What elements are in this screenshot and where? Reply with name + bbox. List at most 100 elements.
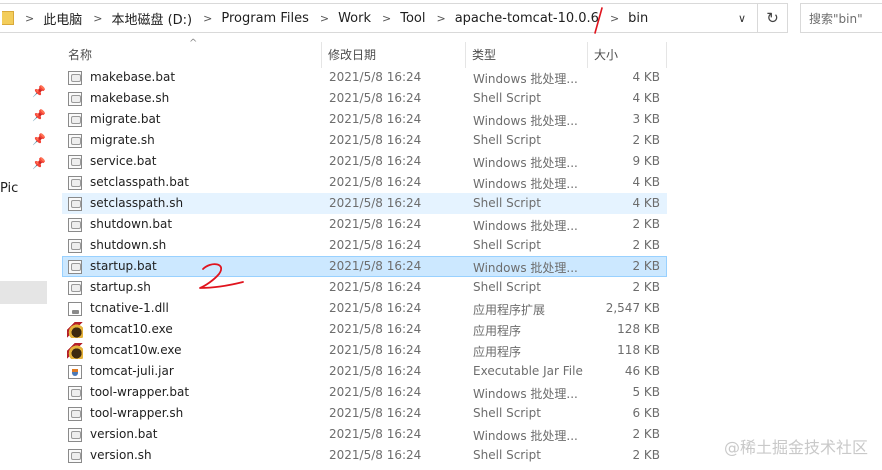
file-name: version.bat [90, 427, 158, 441]
file-row[interactable]: version.sh 2021/5/8 16:24 Shell Script 2 KB [62, 445, 667, 466]
column-header-type[interactable]: 类型 [472, 46, 496, 63]
file-date: 2021/5/8 16:24 [329, 448, 422, 462]
file-row[interactable]: version.bat 2021/5/8 16:24 Windows 批处理... 2… [62, 424, 667, 445]
file-row[interactable]: service.bat 2021/5/8 16:24 Windows 批处理... 9… [62, 151, 667, 172]
file-size: 2 KB [632, 448, 660, 462]
dll-icon [68, 302, 82, 316]
file-type: Shell Script [473, 133, 541, 147]
file-size: 46 KB [624, 364, 660, 378]
refresh-icon: ↻ [766, 9, 779, 27]
script-icon [68, 218, 82, 232]
file-row[interactable]: setclasspath.sh 2021/5/8 16:24 Shell Scrip… [62, 193, 667, 214]
file-type: 应用程序 [473, 345, 522, 359]
breadcrumb-item-program-files[interactable]: > Program Files [192, 4, 309, 32]
file-name: shutdown.bat [90, 217, 173, 231]
file-size: 2 KB [632, 217, 660, 231]
breadcrumb[interactable]: > 此电脑 > 本地磁盘 (D:) > Program Files > Work > To… [0, 3, 758, 33]
file-type: Windows 批处理... [473, 261, 578, 275]
breadcrumb-item-work[interactable]: > Work [309, 4, 371, 32]
file-size: 2 KB [632, 280, 660, 294]
chevron-right-icon: > [319, 11, 330, 25]
file-type: Windows 批处理... [473, 72, 578, 86]
navigation-pane: 📌 📌 📌 📌 Pic [0, 36, 47, 470]
breadcrumb-item-drive-d[interactable]: > 本地磁盘 (D:) [82, 4, 192, 32]
script-icon [68, 239, 82, 253]
file-type: Windows 批处理... [473, 429, 578, 443]
file-row[interactable]: makebase.bat 2021/5/8 16:24 Windows 批处理...… [62, 67, 667, 88]
file-date: 2021/5/8 16:24 [329, 259, 422, 273]
file-row[interactable]: tomcat10.exe 2021/5/8 16:24 应用程序 128 KB [62, 319, 667, 340]
file-date: 2021/5/8 16:24 [329, 196, 422, 210]
script-icon [68, 113, 82, 127]
file-row[interactable]: startup.bat 2021/5/8 16:24 Windows 批处理... 2… [62, 256, 667, 277]
file-date: 2021/5/8 16:24 [329, 217, 422, 231]
nav-item-pictures[interactable]: Pic [0, 181, 18, 196]
file-date: 2021/5/8 16:24 [329, 238, 422, 252]
file-date: 2021/5/8 16:24 [329, 406, 422, 420]
file-name: tool-wrapper.bat [90, 385, 190, 399]
script-icon [68, 92, 82, 106]
file-size: 2 KB [632, 133, 660, 147]
script-icon [68, 176, 82, 190]
file-type: Executable Jar File [473, 364, 583, 378]
pin-icon[interactable]: 📌 [32, 134, 46, 146]
breadcrumb-item-this-pc[interactable]: > 此电脑 [14, 4, 82, 32]
file-size: 6 KB [632, 406, 660, 420]
refresh-button[interactable]: ↻ [758, 3, 788, 33]
pin-icon[interactable]: 📌 [32, 158, 46, 170]
file-row[interactable]: migrate.bat 2021/5/8 16:24 Windows 批处理... 3… [62, 109, 667, 130]
file-name: startup.sh [90, 280, 151, 294]
file-row[interactable]: makebase.sh 2021/5/8 16:24 Shell Script 4 K… [62, 88, 667, 109]
breadcrumb-item-tool[interactable]: > Tool [371, 4, 425, 32]
file-date: 2021/5/8 16:24 [329, 343, 422, 357]
file-row[interactable]: migrate.sh 2021/5/8 16:24 Shell Script 2 KB [62, 130, 667, 151]
file-row[interactable]: shutdown.bat 2021/5/8 16:24 Windows 批处理...… [62, 214, 667, 235]
file-size: 5 KB [632, 385, 660, 399]
file-row[interactable]: setclasspath.bat 2021/5/8 16:24 Windows 批处… [62, 172, 667, 193]
file-size: 2 KB [632, 238, 660, 252]
column-header-date[interactable]: 修改日期 [328, 46, 376, 63]
breadcrumb-item-bin[interactable]: > bin [599, 4, 648, 32]
file-name: shutdown.sh [90, 238, 167, 252]
file-row[interactable]: startup.sh 2021/5/8 16:24 Shell Script 2 KB [62, 277, 667, 298]
file-row[interactable]: tool-wrapper.sh 2021/5/8 16:24 Shell Scrip… [62, 403, 667, 424]
pin-icon[interactable]: 📌 [32, 86, 46, 98]
file-row[interactable]: tomcat10w.exe 2021/5/8 16:24 应用程序 118 KB [62, 340, 667, 361]
file-row[interactable]: shutdown.sh 2021/5/8 16:24 Shell Script 2 K… [62, 235, 667, 256]
file-name: setclasspath.sh [90, 196, 184, 210]
column-header-name[interactable]: 名称 [68, 46, 92, 63]
column-divider[interactable] [465, 42, 466, 68]
file-date: 2021/5/8 16:24 [329, 175, 422, 189]
column-header-size[interactable]: 大小 [594, 46, 618, 63]
file-size: 4 KB [632, 70, 660, 84]
search-input[interactable]: 搜索"bin" [800, 3, 882, 33]
file-date: 2021/5/8 16:24 [329, 91, 422, 105]
column-divider[interactable] [666, 42, 667, 68]
script-icon [68, 197, 82, 211]
file-type: Shell Script [473, 280, 541, 294]
file-date: 2021/5/8 16:24 [329, 154, 422, 168]
file-row[interactable]: tomcat-juli.jar 2021/5/8 16:24 Executable … [62, 361, 667, 382]
pin-icon[interactable]: 📌 [32, 110, 46, 122]
file-size: 4 KB [632, 91, 660, 105]
file-row[interactable]: tool-wrapper.bat 2021/5/8 16:24 Windows 批处… [62, 382, 667, 403]
script-icon [68, 155, 82, 169]
file-name: service.bat [90, 154, 157, 168]
column-divider[interactable] [321, 42, 322, 68]
file-size: 118 KB [617, 343, 660, 357]
jar-icon [68, 365, 82, 379]
chevron-right-icon: > [203, 11, 213, 25]
nav-item-selected[interactable] [0, 281, 47, 304]
file-type: Shell Script [473, 406, 541, 420]
file-size: 2 KB [632, 427, 660, 441]
file-type: Windows 批处理... [473, 114, 578, 128]
script-icon [68, 407, 82, 421]
column-divider[interactable] [587, 42, 588, 68]
address-history-dropdown-button[interactable]: ∨ [727, 4, 757, 32]
folder-icon [2, 11, 14, 25]
script-icon [68, 449, 82, 463]
file-row[interactable]: tcnative-1.dll 2021/5/8 16:24 应用程序扩展 2,547 … [62, 298, 667, 319]
file-type: Windows 批处理... [473, 177, 578, 191]
breadcrumb-item-tomcat[interactable]: > apache-tomcat-10.0.6 [425, 4, 598, 32]
file-date: 2021/5/8 16:24 [329, 385, 422, 399]
